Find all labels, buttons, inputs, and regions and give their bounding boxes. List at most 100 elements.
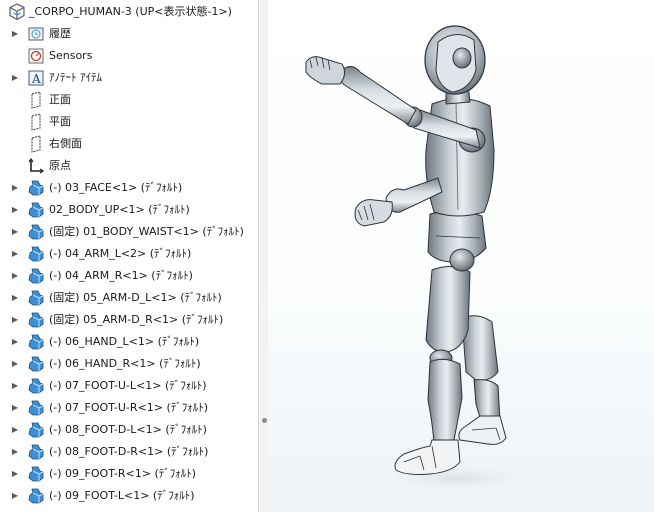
- forearm-raised: [339, 66, 417, 125]
- tree-item-label: 原点: [49, 159, 71, 172]
- part-icon: [27, 289, 45, 307]
- tree-item-label: (-) 04_ARM_L<2> (ﾃﾞﾌｫﾙﾄ): [49, 247, 192, 260]
- part-icon: [27, 355, 45, 373]
- tree-item-label: (-) 03_FACE<1> (ﾃﾞﾌｫﾙﾄ): [49, 181, 183, 194]
- tree-item-label: (-) 08_FOOT-D-L<1> (ﾃﾞﾌｫﾙﾄ): [49, 423, 207, 436]
- plane-icon: [27, 91, 45, 109]
- expand-arrow-icon[interactable]: ▶: [10, 67, 20, 89]
- front-thigh: [425, 266, 471, 353]
- tree-item[interactable]: ▶ (-) 03_FACE<1> (ﾃﾞﾌｫﾙﾄ): [0, 177, 258, 199]
- tree-item[interactable]: ▶ (-) 09_FOOT-R<1> (ﾃﾞﾌｫﾙﾄ): [0, 463, 258, 485]
- tree-item-label: (-) 07_FOOT-U-R<1> (ﾃﾞﾌｫﾙﾄ): [49, 401, 209, 414]
- tree-item[interactable]: ▶ (-) 06_HAND_R<1> (ﾃﾞﾌｫﾙﾄ): [0, 353, 258, 375]
- tree-item-label: Sensors: [49, 49, 93, 62]
- part-icon: [27, 377, 45, 395]
- part-icon: [27, 333, 45, 351]
- tree-item-label: (固定) 05_ARM-D_R<1> (ﾃﾞﾌｫﾙﾄ): [49, 313, 224, 326]
- expand-arrow-icon[interactable]: ▶: [10, 23, 20, 45]
- assembly-icon: [8, 3, 26, 21]
- tree-item[interactable]: ▶ (-) 04_ARM_L<2> (ﾃﾞﾌｫﾙﾄ): [0, 243, 258, 265]
- tree-item[interactable]: ▶ (固定) 05_ARM-D_R<1> (ﾃﾞﾌｫﾙﾄ): [0, 309, 258, 331]
- plane-icon: [27, 135, 45, 153]
- tree-item-label: (-) 07_FOOT-U-L<1> (ﾃﾞﾌｫﾙﾄ): [49, 379, 207, 392]
- expand-arrow-icon[interactable]: ▶: [10, 375, 20, 397]
- tree-item-label: ｱﾉﾃｰﾄ ｱｲﾃﾑ: [49, 71, 102, 84]
- tree-item-label: (-) 08_FOOT-D-R<1> (ﾃﾞﾌｫﾙﾄ): [49, 445, 209, 458]
- tree-item[interactable]: 右側面: [0, 133, 258, 155]
- tree-item[interactable]: ▶ (固定) 01_BODY_WAIST<1> (ﾃﾞﾌｫﾙﾄ): [0, 221, 258, 243]
- tree-item-label: 正面: [49, 93, 71, 106]
- hip-joint-icon: [449, 248, 475, 272]
- splitter-grip-icon[interactable]: [262, 418, 267, 423]
- tree-item-label: (-) 06_HAND_L<1> (ﾃﾞﾌｫﾙﾄ): [49, 335, 200, 348]
- tree-item-label: (-) 04_ARM_R<1> (ﾃﾞﾌｫﾙﾄ): [49, 269, 193, 282]
- part-icon: [27, 179, 45, 197]
- annotation-icon: A: [27, 69, 45, 87]
- tree-item[interactable]: ▶ (-) 07_FOOT-U-R<1> (ﾃﾞﾌｫﾙﾄ): [0, 397, 258, 419]
- expand-arrow-icon[interactable]: ▶: [10, 177, 20, 199]
- tree-item-label: 02_BODY_UP<1> (ﾃﾞﾌｫﾙﾄ): [49, 203, 190, 216]
- tree-item-label: (固定) 05_ARM-D_L<1> (ﾃﾞﾌｫﾙﾄ): [49, 291, 222, 304]
- expand-arrow-icon[interactable]: ▶: [10, 309, 20, 331]
- expand-arrow-icon[interactable]: ▶: [10, 397, 20, 419]
- tree-item-label: (-) 09_FOOT-L<1> (ﾃﾞﾌｫﾙﾄ): [49, 489, 195, 502]
- expand-arrow-icon[interactable]: ▶: [10, 485, 20, 507]
- tree-item[interactable]: ▶ (-) 08_FOOT-D-L<1> (ﾃﾞﾌｫﾙﾄ): [0, 419, 258, 441]
- hand-lower: [354, 199, 393, 227]
- tree-item[interactable]: ▶ (-) 07_FOOT-U-L<1> (ﾃﾞﾌｫﾙﾄ): [0, 375, 258, 397]
- origin-icon: [27, 157, 45, 175]
- expand-arrow-icon[interactable]: ▶: [10, 463, 20, 485]
- part-icon: [27, 465, 45, 483]
- sensor-icon: [27, 47, 45, 65]
- expand-arrow-icon[interactable]: ▶: [10, 331, 20, 353]
- expand-arrow-icon[interactable]: ▶: [10, 287, 20, 309]
- tree-item[interactable]: ▶ (-) 09_FOOT-L<1> (ﾃﾞﾌｫﾙﾄ): [0, 485, 258, 507]
- tree-item[interactable]: ▶ (-) 06_HAND_L<1> (ﾃﾞﾌｫﾙﾄ): [0, 331, 258, 353]
- expand-arrow-icon[interactable]: ▶: [10, 353, 20, 375]
- ear-joint-icon: [452, 47, 472, 69]
- tree-item[interactable]: 正面: [0, 89, 258, 111]
- feature-manager-tree: _CORPO_HUMAN-3 (UP<表示状態-1>) ▶ 履歴 Sensors ▶ A…: [0, 0, 258, 512]
- expand-arrow-icon[interactable]: ▶: [10, 441, 20, 463]
- tree-item[interactable]: ▶ (-) 08_FOOT-D-R<1> (ﾃﾞﾌｫﾙﾄ): [0, 441, 258, 463]
- expand-arrow-icon[interactable]: ▶: [10, 199, 20, 221]
- front-shin: [427, 358, 463, 443]
- expand-arrow-icon[interactable]: ▶: [10, 265, 20, 287]
- tree-item-label: 平面: [49, 115, 71, 128]
- expand-arrow-icon[interactable]: ▶: [10, 243, 20, 265]
- tree-item[interactable]: ▶ A ｱﾉﾃｰﾄ ｱｲﾃﾑ: [0, 67, 258, 89]
- tree-root-assembly[interactable]: _CORPO_HUMAN-3 (UP<表示状態-1>): [0, 1, 258, 23]
- expand-arrow-icon[interactable]: ▶: [10, 221, 20, 243]
- humanoid-robot-model[interactable]: [268, 0, 654, 512]
- part-icon: [27, 267, 45, 285]
- tree-item[interactable]: ▶ 履歴: [0, 23, 258, 45]
- part-icon: [27, 487, 45, 505]
- tree-item-label: (-) 09_FOOT-R<1> (ﾃﾞﾌｫﾙﾄ): [49, 467, 197, 480]
- tree-item-label: (-) 06_HAND_R<1> (ﾃﾞﾌｫﾙﾄ): [49, 357, 201, 370]
- hand-raised: [305, 56, 346, 85]
- tree-item[interactable]: 平面: [0, 111, 258, 133]
- tree-item[interactable]: ▶ (-) 04_ARM_R<1> (ﾃﾞﾌｫﾙﾄ): [0, 265, 258, 287]
- part-icon: [27, 421, 45, 439]
- part-icon: [27, 311, 45, 329]
- tree-item[interactable]: ▶ (固定) 05_ARM-D_L<1> (ﾃﾞﾌｫﾙﾄ): [0, 287, 258, 309]
- back-foot: [458, 415, 507, 445]
- tree-item-label: (固定) 01_BODY_WAIST<1> (ﾃﾞﾌｫﾙﾄ): [49, 225, 244, 238]
- svg-text:A: A: [31, 72, 41, 86]
- tree-root-label: _CORPO_HUMAN-3 (UP<表示状態-1>): [29, 5, 232, 18]
- tree-item[interactable]: 原点: [0, 155, 258, 177]
- part-icon: [27, 245, 45, 263]
- part-icon: [27, 399, 45, 417]
- tree-item[interactable]: ▶ 02_BODY_UP<1> (ﾃﾞﾌｫﾙﾄ): [0, 199, 258, 221]
- part-icon: [27, 201, 45, 219]
- tree-item-label: 右側面: [49, 137, 82, 150]
- history-icon: [27, 25, 45, 43]
- plane-icon: [27, 113, 45, 131]
- expand-arrow-icon[interactable]: ▶: [10, 419, 20, 441]
- graphics-viewport[interactable]: [268, 0, 654, 512]
- part-icon: [27, 443, 45, 461]
- tree-item[interactable]: Sensors: [0, 45, 258, 67]
- front-foot: [394, 439, 461, 475]
- part-icon: [27, 223, 45, 241]
- tree-item-label: 履歴: [49, 27, 71, 40]
